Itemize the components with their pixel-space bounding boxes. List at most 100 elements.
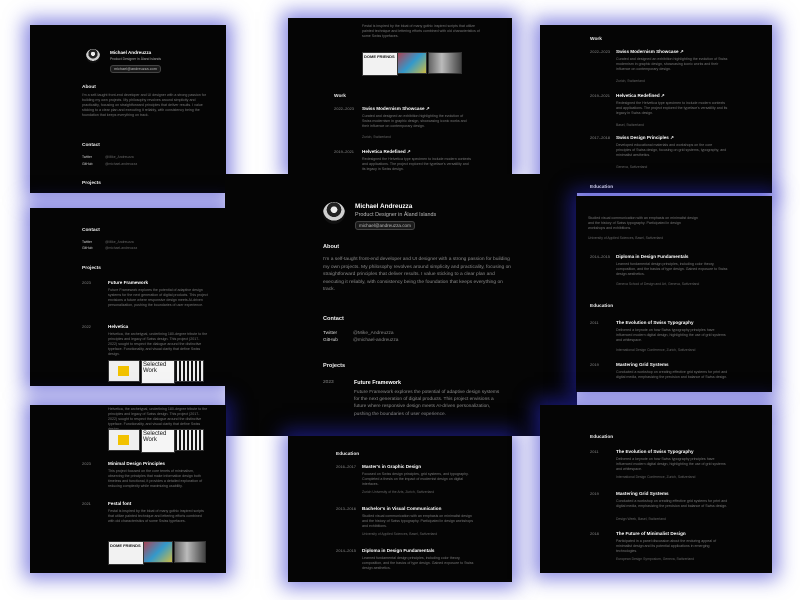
about-text: I'm a self-taught front-end developer an… [82,93,206,117]
edur-place-4: International Design Conference, Zurich,… [616,475,696,479]
preview-card-projects-2: Helvetica, the archetypal, underlining 1… [30,405,226,573]
edur-desc-6: Participated in a panel discussion about… [616,539,717,553]
thumb-dome-label: DOME FRIENDS [364,54,395,59]
thumb-gallery-2[interactable] [174,541,206,563]
thumb-selected-work[interactable]: Selected Work [141,360,175,384]
work-title-2[interactable]: Helvetica Redefined ↗ [362,149,411,155]
avatar [86,49,100,63]
edu-title-4: The Evolution of Swiss Typography [616,320,694,325]
work-title-1[interactable]: Swiss Modernism Showcase ↗ [362,106,430,112]
projects-heading-2: Projects [82,266,101,271]
education-heading-mid: Education [590,304,614,309]
selected-work-label-2: Selected Work [143,431,167,443]
edub-years-3: 2014–2015 [336,548,357,553]
preview-card-education-right: Education 2011 The Evolution of Swiss Ty… [540,405,772,573]
yellow-square-icon [118,366,129,376]
preview-card-work-right: Work 2022–2023 Swiss Modernism Showcase … [540,25,772,193]
contact2-value-github[interactable]: @michael-andreuzza [105,246,137,250]
edu-snippet-place: University of Applied Sciences, Basel, S… [588,236,664,240]
edur-years-5: 2019 [590,491,599,496]
profile-role: Product Designer in Âland Islands [110,57,162,61]
edub-years-2: 2013–2016 [336,506,357,511]
edu-years-3: 2014–2015 [590,254,611,259]
contact-heading: Contact [82,143,100,148]
project2-desc-3: This project focused on the core tenets … [108,469,203,488]
main-email-badge[interactable]: michael@andreuzza.com [355,221,415,230]
work-desc-1: Curated and designed an exhibition highl… [362,114,467,128]
edu-desc-3: Learned fundamental design principles, i… [616,262,728,276]
thumb-gallery[interactable] [428,52,462,74]
edu-place-3: Geneva School of Design and Art, Geneva,… [616,282,700,286]
thumb-dome-friends[interactable]: DOME FRIENDS [362,52,398,76]
edu-snippet: Studied visual communication with an emp… [588,216,698,230]
selected-work-label: Selected Work [143,362,167,374]
contact-label-github: GitHub [82,162,93,166]
edur-years-6: 2018 [590,531,599,536]
thumb-dome-friends-2[interactable]: DOME FRIENDS [108,541,144,565]
work-right-place-3: Geneva, Switzerland [616,165,648,169]
work-heading-right: Work [590,37,602,42]
preview-card-profile: Michael Andreuzza Product Designer in Âl… [30,25,226,193]
thumb-yellow-square[interactable] [108,360,140,382]
main-project-title-1[interactable]: Future Framework [354,380,401,386]
edub-title-1: Master's in Graphic Design [362,464,422,469]
main-profile-name: Michael Andreuzza [355,203,413,210]
edu-years-5: 2019 [590,362,599,367]
thumb-stripes[interactable] [174,360,204,382]
project2-title-4[interactable]: Festal font [108,501,131,506]
contact2-label-github: GitHub [82,246,93,250]
contact2-label-twitter: Twitter [82,240,92,244]
thumb-stripes-2[interactable] [174,429,204,451]
thumb-selected-work-2[interactable]: Selected Work [141,429,175,453]
thumb-people-2[interactable] [143,541,173,563]
work-right-years-1: 2022–2023 [590,49,611,54]
main-project-desc-1: Future Framework explores the potential … [354,390,500,417]
main-contact-label-twitter: Twitter [323,331,338,336]
edu-title-3: Diploma in Design Fundamentals [616,254,689,259]
work-right-desc-1: Curated and designed an exhibition highl… [616,57,728,71]
contact-value-twitter[interactable]: @Mike_Andreuzza [105,155,134,159]
work-right-place-2: Basel, Switzerland [616,123,644,127]
project2-year-3: 2023 [82,461,91,466]
thumb-people[interactable] [397,52,427,74]
project2-year-4: 2021 [82,501,91,506]
project-desc-2: Helvetica, the archetypal, underlining 1… [108,332,208,356]
project2-desc-4: Festal is inspired by the bloat of many … [108,509,204,523]
contact-heading-2: Contact [82,228,100,233]
edub-title-3: Diploma in Design Fundamentals [362,548,435,553]
work-right-years-3: 2017–2018 [590,135,611,140]
edub-desc-1: Focused on Swiss design principles, grid… [362,472,469,486]
project-year-2: 2022 [82,324,91,329]
work-right-title-3[interactable]: Swiss Design Principles ↗ [616,135,674,141]
profile-name: Michael Andreuzza [110,50,152,55]
project2-title-3[interactable]: Minimal Design Principles [108,461,165,466]
work-desc-2: Redesigned the Helvetica type specimen t… [362,157,472,171]
edur-title-4: The Evolution of Swiss Typography [616,449,694,454]
project-title-1[interactable]: Future Framework [108,280,148,285]
project-year-1: 2023 [82,280,91,285]
work-years-1: 2022–2023 [334,106,355,111]
contact-label-twitter: Twitter [82,155,92,159]
main-avatar [323,202,345,224]
contact2-value-twitter[interactable]: @Mike_Andreuzza [105,240,134,244]
edur-title-6: The Future of Minimalist Design [616,531,686,536]
edur-desc-4: Delivered a keynote on how Swiss typogra… [616,457,726,471]
contact-value-github[interactable]: @michael-andreuzza [105,162,137,166]
work-right-title-2[interactable]: Helvetica Redefined ↗ [616,93,665,99]
main-contact-value-github[interactable]: @michael-andreuzza [353,338,398,343]
work-right-title-1[interactable]: Swiss Modernism Showcase ↗ [616,49,684,55]
thumb-yellow-square-2[interactable] [108,429,140,451]
main-contact-value-twitter[interactable]: @Mike_Andreuzza [353,331,394,336]
main-project-year-1: 2023 [323,380,334,385]
main-profile-role: Product Designer in Âland Islands [355,212,437,218]
work-right-desc-2: Redesigned the Helvetica type specimen t… [616,101,728,115]
email-badge[interactable]: michael@andreuzza.com [110,65,161,73]
project-desc-1: Future Framework explores the potential … [108,288,208,307]
edur-place-5: Design Week, Basel, Switzerland [616,517,666,521]
edu-desc-4: Delivered a keynote on how Swiss typogra… [616,328,726,342]
main-about-text: I'm a self-taught front-end developer an… [323,257,512,293]
work-right-desc-3: Developed educational materials and work… [616,143,727,157]
project-title-2[interactable]: Helvetica [108,324,128,329]
edub-years-1: 2016–2017 [336,464,357,469]
work-years-2: 2019–2021 [334,149,355,154]
